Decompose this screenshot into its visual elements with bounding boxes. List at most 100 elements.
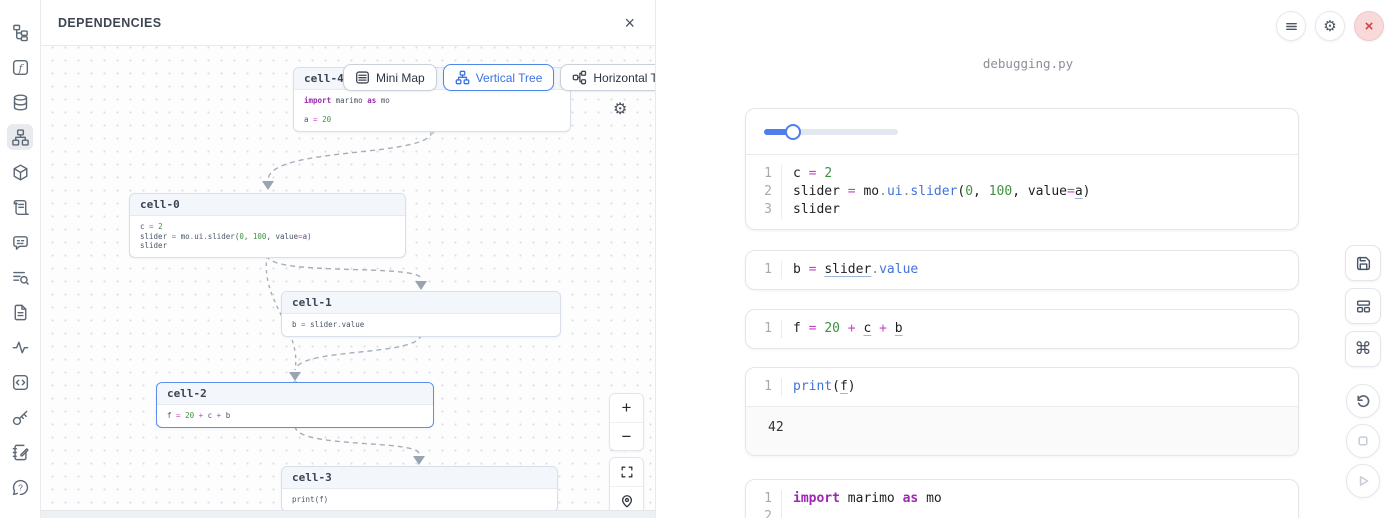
code-token: c — [793, 166, 809, 181]
scroll-icon — [11, 198, 30, 217]
dependency-graph-canvas[interactable]: cell-4import marimo as mo a = 20cell-0c … — [41, 46, 655, 510]
stop-button[interactable] — [1346, 424, 1380, 458]
horizontal-tree-view-button[interactable]: Horizontal Tree — [560, 64, 655, 91]
cell-editor[interactable]: 1print(f) — [746, 368, 1298, 406]
sidebar-item-logs[interactable] — [7, 194, 33, 220]
keyboard-shortcuts-button[interactable]: ⌘ — [1345, 331, 1381, 367]
code-token: . — [879, 184, 887, 199]
panel-title: DEPENDENCIES — [58, 16, 161, 30]
code-token: slider — [140, 232, 172, 241]
graph-settings-button[interactable]: ⚙ — [613, 99, 627, 119]
notebook-settings-button[interactable]: ⚙ — [1315, 11, 1345, 41]
slider-thumb[interactable] — [785, 124, 801, 140]
code-line[interactable]: print(f) — [782, 378, 856, 396]
code-row: 1import marimo as mo — [746, 490, 1298, 508]
slider-widget[interactable] — [764, 124, 898, 140]
cell-card-cell-0[interactable]: 1c = 22slider = mo.ui.slider(0, 100, val… — [745, 108, 1299, 230]
sidebar-item-packages[interactable] — [7, 159, 33, 185]
save-button[interactable] — [1345, 245, 1381, 281]
shutdown-button[interactable]: × — [1354, 11, 1384, 41]
code-line[interactable]: import marimo as mo — [782, 490, 942, 508]
cell-card-cell-3[interactable]: 1print(f)42 — [745, 367, 1299, 456]
code-line[interactable]: slider — [782, 201, 840, 219]
sidebar-item-variables[interactable]: f — [7, 54, 33, 80]
code-row: 1c = 2 — [746, 165, 1298, 183]
cell-card-cell-4[interactable]: 1import marimo as mo2 — [745, 479, 1299, 518]
graph-node-code: b = slider.value — [282, 314, 560, 336]
locate-button[interactable] — [610, 486, 643, 510]
sidebar-item-datasources[interactable] — [7, 89, 33, 115]
edge-arrow — [413, 456, 425, 465]
cell-card-cell-2[interactable]: 1f = 20 + c + b — [745, 309, 1299, 349]
cell-editor[interactable]: 1c = 22slider = mo.ui.slider(0, 100, val… — [746, 155, 1298, 229]
sidebar-item-snippets[interactable] — [7, 264, 33, 290]
code-token: f — [793, 321, 809, 336]
sidebar-item-help[interactable]: ? — [7, 474, 33, 500]
code-row: 2 — [746, 508, 1298, 518]
run-button[interactable] — [1346, 464, 1380, 498]
code-token: , — [973, 184, 989, 199]
cell-editor[interactable]: 1b = slider.value — [746, 251, 1298, 289]
graph-node-cell-0[interactable]: cell-0c = 2slider = mo.ui.slider(0, 100,… — [129, 193, 406, 258]
sidebar-item-file-tree[interactable] — [7, 19, 33, 45]
code-token: slider — [310, 320, 337, 329]
code-token: . — [871, 262, 879, 277]
code-token: ui — [194, 232, 203, 241]
code-line[interactable] — [782, 508, 801, 518]
sidebar-item-code-square[interactable] — [7, 369, 33, 395]
notebook-side-actions: ⌘ — [1345, 245, 1381, 504]
code-token: 2 — [158, 222, 163, 231]
notebook-pen-icon — [11, 443, 30, 462]
layout-button[interactable] — [1345, 288, 1381, 324]
code-token: = — [1067, 184, 1075, 199]
notebook-area: debugging.py ⚙ × 1c = 22slider = mo.ui.s… — [656, 0, 1400, 518]
line-number: 1 — [746, 261, 782, 279]
sidebar-item-dependencies[interactable] — [7, 124, 33, 150]
minimap-view-button[interactable]: Mini Map — [343, 64, 437, 91]
graph-node-cell-2[interactable]: cell-2f = 20 + c + b — [156, 382, 434, 428]
code-line[interactable]: f = 20 + c + b — [782, 320, 903, 338]
sidebar-item-scratchpad[interactable] — [7, 439, 33, 465]
zoom-in-button[interactable]: + — [610, 394, 643, 422]
code-token: = — [176, 411, 185, 420]
sidebar-item-tracing[interactable] — [7, 334, 33, 360]
sidebar-item-secrets[interactable] — [7, 404, 33, 430]
dependencies-panel: DEPENDENCIES × cell-4import — [41, 0, 656, 518]
code-token: ui — [887, 184, 903, 199]
dependency-graph-icon — [11, 128, 30, 147]
code-token — [840, 321, 848, 336]
fit-view-button[interactable] — [610, 458, 643, 486]
notebook-filename[interactable]: debugging.py — [656, 56, 1400, 71]
code-line[interactable]: c = 2 — [782, 165, 832, 183]
sidebar-item-documentation[interactable] — [7, 299, 33, 325]
file-text-icon — [11, 303, 30, 322]
map-pin-icon — [620, 494, 634, 508]
layout-icon — [1355, 298, 1372, 315]
code-token: mo — [181, 232, 190, 241]
cells-column: 1c = 22slider = mo.ui.slider(0, 100, val… — [745, 108, 1299, 518]
cell-editor[interactable]: 1import marimo as mo2 — [746, 480, 1298, 518]
help-chat-icon: ? — [11, 478, 30, 497]
code-token: slider — [140, 241, 167, 250]
vertical-tree-view-button[interactable]: Vertical Tree — [443, 64, 555, 91]
graph-node-code-line: a = 20 — [304, 115, 560, 125]
graph-node-cell-1[interactable]: cell-1b = slider.value — [281, 291, 561, 337]
code-line[interactable]: slider = mo.ui.slider(0, 100, value=a) — [782, 183, 1090, 201]
code-token: value — [275, 232, 298, 241]
graph-node-cell-3[interactable]: cell-3print(f) — [281, 466, 558, 510]
minimap-icon — [355, 70, 370, 85]
sidebar-item-chat[interactable] — [7, 229, 33, 255]
chat-bubble-icon — [11, 233, 30, 252]
function-square-icon: f — [11, 58, 30, 77]
cell-card-cell-1[interactable]: 1b = slider.value — [745, 250, 1299, 290]
edge-arrow — [262, 181, 274, 190]
code-line[interactable]: b = slider.value — [782, 261, 918, 279]
undo-button[interactable] — [1346, 384, 1380, 418]
cell-editor[interactable]: 1f = 20 + c + b — [746, 310, 1298, 348]
close-panel-button[interactable]: × — [624, 14, 635, 32]
activity-icon — [11, 338, 30, 357]
zoom-out-button[interactable]: − — [610, 422, 643, 450]
notebook-menu-button[interactable] — [1276, 11, 1306, 41]
code-token: ) — [1083, 184, 1091, 199]
svg-text:?: ? — [18, 482, 23, 492]
